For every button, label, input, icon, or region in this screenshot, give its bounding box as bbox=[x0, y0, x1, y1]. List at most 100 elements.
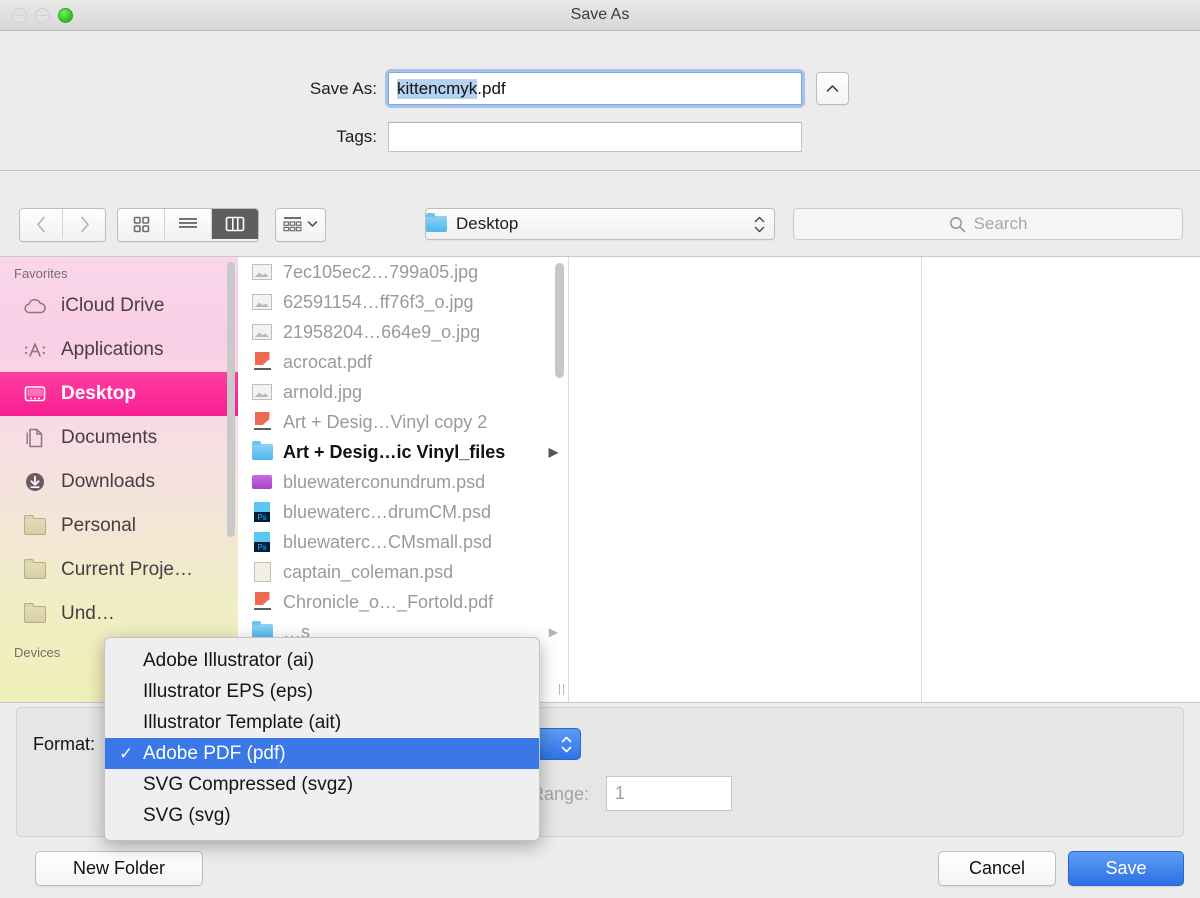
column-resize-grip[interactable] bbox=[554, 678, 568, 700]
arrange-icon bbox=[283, 217, 302, 232]
cloud-icon bbox=[22, 298, 48, 315]
save-as-selected-text: kittencmyk bbox=[397, 78, 478, 99]
sidebar-item-downloads[interactable]: Downloads bbox=[0, 460, 238, 504]
sidebar-item-label: Und… bbox=[61, 603, 115, 624]
range-input[interactable]: 1 bbox=[606, 776, 732, 811]
list-item[interactable]: Art + Desig…ic Vinyl_files ▶ bbox=[238, 437, 568, 467]
list-item[interactable]: 62591154…ff76f3_o.jpg bbox=[238, 287, 568, 317]
list-item[interactable]: acrocat.pdf bbox=[238, 347, 568, 377]
sidebar-item-label: Current Proje… bbox=[61, 559, 193, 580]
cancel-button[interactable]: Cancel bbox=[938, 851, 1056, 886]
jpg-icon bbox=[251, 321, 273, 343]
applications-icon bbox=[22, 340, 48, 360]
list-item[interactable]: 21958204…664e9_o.jpg bbox=[238, 317, 568, 347]
sidebar-item-label: Personal bbox=[61, 515, 136, 536]
navigation-buttons bbox=[19, 208, 106, 242]
list-item[interactable]: 7ec105ec2…799a05.jpg bbox=[238, 257, 568, 287]
arrange-button-group bbox=[275, 208, 326, 242]
preview-column-3 bbox=[922, 257, 1200, 702]
list-item-label: bluewaterconundrum.psd bbox=[283, 471, 486, 492]
menu-item-label: Adobe Illustrator (ai) bbox=[143, 649, 315, 671]
sidebar-item-label: Desktop bbox=[61, 383, 136, 404]
file-browser: Favorites iCloud Drive Applications Desk… bbox=[0, 256, 1200, 703]
jpg-icon bbox=[251, 381, 273, 403]
list-item[interactable]: bluewaterconundrum.psd bbox=[238, 467, 568, 497]
forward-button[interactable] bbox=[62, 209, 105, 239]
document-icon bbox=[251, 561, 273, 583]
location-popup-button[interactable]: Desktop bbox=[425, 208, 775, 240]
popup-arrows-icon bbox=[754, 216, 765, 233]
sidebar-item-current-projects[interactable]: Current Proje… bbox=[0, 548, 238, 592]
search-field[interactable]: Search bbox=[793, 208, 1183, 240]
file-list-column: 7ec105ec2…799a05.jpg 62591154…ff76f3_o.j… bbox=[238, 257, 569, 702]
chevron-up-icon bbox=[826, 85, 839, 92]
chevron-right-icon bbox=[80, 216, 89, 232]
jpg-icon bbox=[251, 261, 273, 283]
save-as-input[interactable]: kittencmyk .pdf bbox=[388, 72, 802, 105]
menu-item-adobe-pdf[interactable]: ✓ Adobe PDF (pdf) bbox=[105, 738, 539, 769]
window-title: Save As bbox=[570, 6, 630, 23]
popup-arrows-icon bbox=[561, 736, 572, 753]
list-item-label: Chronicle_o…_Fortold.pdf bbox=[283, 591, 494, 612]
photoshop-icon bbox=[251, 531, 273, 553]
folder-icon bbox=[251, 441, 273, 463]
search-icon bbox=[949, 216, 965, 232]
photoshop-icon bbox=[251, 501, 273, 523]
menu-item-label: SVG (svg) bbox=[143, 804, 231, 826]
list-item[interactable]: arnold.jpg bbox=[238, 377, 568, 407]
list-item-label: 21958204…664e9_o.jpg bbox=[283, 321, 481, 342]
list-item[interactable]: captain_coleman.psd bbox=[238, 557, 568, 587]
arrange-button[interactable] bbox=[276, 209, 325, 239]
sidebar-item-icloud-drive[interactable]: iCloud Drive bbox=[0, 284, 238, 328]
sidebar-item-documents[interactable]: Documents bbox=[0, 416, 238, 460]
sidebar-scrollbar[interactable] bbox=[227, 262, 235, 537]
list-item[interactable]: Chronicle_o…_Fortold.pdf bbox=[238, 587, 568, 617]
file-list-scrollbar[interactable] bbox=[555, 263, 564, 378]
chevron-left-icon bbox=[36, 216, 45, 232]
list-view-button[interactable] bbox=[164, 209, 211, 239]
menu-item-svg-compressed[interactable]: SVG Compressed (svgz) bbox=[105, 769, 539, 800]
list-item-label: acrocat.pdf bbox=[283, 351, 373, 372]
new-folder-button[interactable]: New Folder bbox=[35, 851, 203, 886]
sidebar-item-applications[interactable]: Applications bbox=[0, 328, 238, 372]
pdf-icon bbox=[251, 591, 273, 613]
menu-item-label: Adobe PDF (pdf) bbox=[143, 742, 286, 764]
menu-item-illustrator-template[interactable]: Illustrator Template (ait) bbox=[105, 707, 539, 738]
menu-item-adobe-illustrator[interactable]: Adobe Illustrator (ai) bbox=[105, 645, 539, 676]
save-as-field-wrapper: kittencmyk .pdf bbox=[388, 72, 802, 105]
list-item-label: 7ec105ec2…799a05.jpg bbox=[283, 261, 479, 282]
tags-label: Tags: bbox=[336, 127, 377, 146]
save-button[interactable]: Save bbox=[1068, 851, 1184, 886]
list-item-label: bluewaterc…drumCM.psd bbox=[283, 501, 492, 522]
sidebar-item-desktop[interactable]: Desktop bbox=[0, 372, 238, 416]
list-item[interactable]: bluewaterc…drumCM.psd bbox=[238, 497, 568, 527]
disclosure-triangle-icon[interactable]: ▶ bbox=[549, 445, 558, 459]
list-view-icon bbox=[179, 218, 197, 228]
sidebar-section-favorites: Favorites bbox=[14, 266, 68, 281]
sidebar-item-underground[interactable]: Und… bbox=[0, 592, 238, 636]
list-item[interactable]: Art + Desig…Vinyl copy 2 bbox=[238, 407, 568, 437]
menu-item-label: Illustrator EPS (eps) bbox=[143, 680, 313, 702]
back-button[interactable] bbox=[20, 209, 62, 239]
documents-icon bbox=[22, 427, 48, 449]
expand-collapse-button[interactable] bbox=[816, 72, 849, 105]
disclosure-triangle-icon[interactable]: ▶ bbox=[549, 625, 558, 639]
folder-icon bbox=[426, 213, 447, 232]
tags-input[interactable] bbox=[388, 122, 802, 152]
jpg-icon bbox=[251, 291, 273, 313]
list-item-label: Art + Desig…Vinyl copy 2 bbox=[283, 411, 488, 432]
icon-view-button[interactable] bbox=[118, 209, 164, 239]
list-item-label: 62591154…ff76f3_o.jpg bbox=[283, 291, 474, 312]
menu-item-label: Illustrator Template (ait) bbox=[143, 711, 342, 733]
grid-view-icon bbox=[133, 216, 149, 232]
location-label: Desktop bbox=[456, 214, 519, 233]
menu-item-svg[interactable]: SVG (svg) bbox=[105, 800, 539, 831]
column-view-button[interactable] bbox=[211, 209, 258, 239]
title-bar: Save As bbox=[0, 0, 1200, 31]
list-item[interactable]: bluewaterc…CMsmall.psd bbox=[238, 527, 568, 557]
column-view-icon bbox=[225, 216, 245, 232]
sidebar-item-label: Applications bbox=[61, 339, 164, 360]
menu-item-illustrator-eps[interactable]: Illustrator EPS (eps) bbox=[105, 676, 539, 707]
sidebar-item-label: iCloud Drive bbox=[61, 295, 165, 316]
sidebar-item-personal[interactable]: Personal bbox=[0, 504, 238, 548]
